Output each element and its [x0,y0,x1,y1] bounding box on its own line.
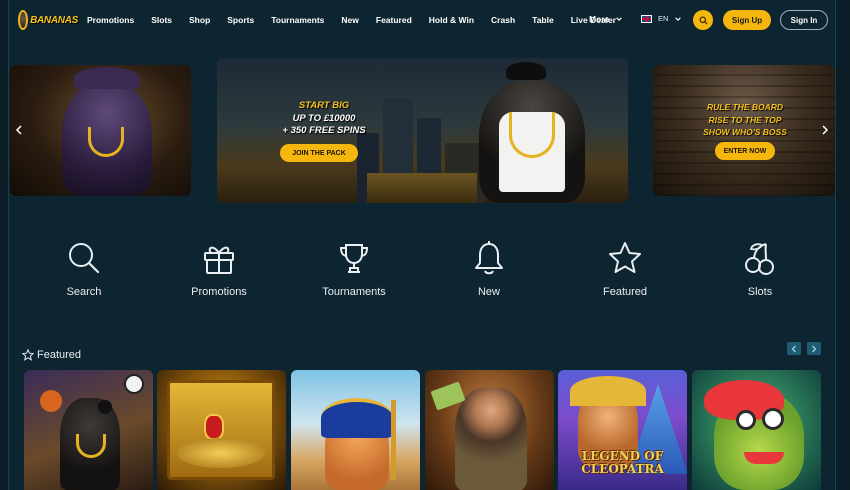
chevron-right-icon [822,125,829,135]
gift-icon [204,246,234,274]
chevron-left-icon [791,345,796,352]
promo-welcome-text: START BIG UP TO £10000 + 350 FREE SPINS [269,100,379,138]
game-title-logo: LEGEND OF CLEOPATRA [581,449,664,476]
more-label: More [589,14,610,24]
nav-table[interactable]: Table [532,15,554,25]
category-new[interactable]: New [439,240,539,298]
explorer-art [455,388,527,490]
category-tournaments[interactable]: Tournaments [304,240,404,298]
promo-slide-right[interactable]: RULE THE BOARD RISE TO THE TOP SHOW WHO'… [653,65,835,196]
nav-sports[interactable]: Sports [227,15,254,25]
featured-prev-button[interactable] [787,342,801,355]
hat-shape [74,67,140,89]
join-the-pack-button[interactable]: JOIN THE PACK [280,144,358,162]
top-header: BANANAS Promotions Slots Shop Sports Tou… [0,0,850,40]
game-tile[interactable] [425,370,554,490]
search-icon [698,15,708,25]
promo-line-2: UP TO £10000 [292,112,356,124]
black-cap [506,62,546,80]
promo-slide-center[interactable]: START BIG UP TO £10000 + 350 FREE SPINS … [217,58,628,203]
gorilla-logo-icon [18,10,29,30]
chevron-left-icon [15,125,22,135]
category-label: New [477,286,500,298]
game-tile[interactable] [291,370,420,490]
game-tile[interactable] [157,370,286,490]
tournament-promo-text: RULE THE BOARD RISE TO THE TOP SHOW WHO'… [693,101,797,139]
frog-eye-right [762,408,784,430]
frog-mouth [744,452,784,464]
category-label: Tournaments [322,286,386,298]
nav-promotions[interactable]: Promotions [87,15,134,25]
game-tile[interactable] [692,370,821,490]
sign-in-button[interactable]: Sign In [780,10,828,30]
nav-shop[interactable]: Shop [189,15,210,25]
promo-line-1: RULE THE BOARD [706,102,784,112]
featured-section-title: Featured [22,349,81,361]
site-logo[interactable]: BANANAS [18,7,78,33]
more-menu[interactable]: More [589,14,623,24]
gold-chain [509,112,555,158]
language-label: EN [658,14,669,23]
category-label: Search [66,286,102,298]
street [367,173,477,203]
staff [391,400,396,480]
featured-next-button[interactable] [807,342,821,355]
category-label: Slots [747,286,773,298]
main-nav: Promotions Slots Shop Sports Tournaments… [87,0,633,40]
nav-new[interactable]: New [341,15,358,25]
nav-hold-win[interactable]: Hold & Win [429,15,474,25]
game-tile[interactable]: LEGEND OF CLEOPATRA [558,370,687,490]
category-featured[interactable]: Featured [575,240,675,298]
category-slots[interactable]: Slots [710,240,810,298]
promo-line-2: RISE TO THE TOP [708,114,782,125]
featured-title-text: Featured [37,349,82,361]
nav-tournaments[interactable]: Tournaments [271,15,324,25]
promo-line-3: SHOW WHO'S BOSS [703,127,787,137]
uk-flag-icon [641,14,652,23]
promo-line-3: + 350 FREE SPINS [282,125,366,136]
bell-icon [475,241,503,275]
bowling-ball-icon [98,400,112,414]
chevron-down-icon [616,17,623,21]
basketball-icon [40,390,62,412]
category-label: Promotions [191,286,247,298]
nav-crash[interactable]: Crash [491,15,515,25]
quick-categories: Search Promotions Tournaments New Featur… [0,240,850,310]
sign-up-button[interactable]: Sign Up [723,10,771,30]
cherries-icon [745,243,774,275]
scarab-wings [177,438,265,468]
headdress [321,398,393,438]
gold-headdress [570,376,646,406]
logo-text: BANANAS [30,14,78,26]
game-tile[interactable] [24,370,153,490]
carousel-prev-button[interactable] [12,123,26,137]
promo-line-1: START BIG [298,100,350,111]
chevron-down-icon [675,16,682,21]
header-search-button[interactable] [693,10,713,30]
category-label: Featured [602,286,648,298]
category-search[interactable]: Search [34,240,134,298]
trophy-icon [339,244,369,273]
star-icon [22,349,34,361]
enter-now-button[interactable]: ENTER NOW [715,142,775,160]
nav-slots[interactable]: Slots [151,15,172,25]
promo-slide-left[interactable] [10,65,191,196]
star-icon [609,242,641,273]
category-promotions[interactable]: Promotions [169,240,269,298]
ruby-gem-icon [204,414,224,440]
soccer-ball-icon [124,374,144,394]
search-icon [69,243,100,274]
frog-eye-left [736,410,756,430]
language-selector[interactable]: EN [641,14,682,23]
chevron-right-icon [812,345,817,352]
nav-featured[interactable]: Featured [376,15,412,25]
carousel-next-button[interactable] [818,123,832,137]
